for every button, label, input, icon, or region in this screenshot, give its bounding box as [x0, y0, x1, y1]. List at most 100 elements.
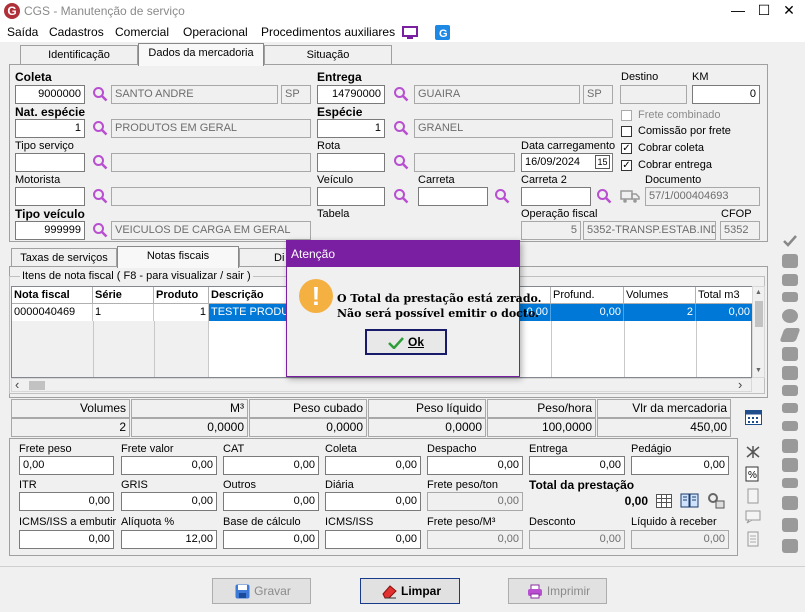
rota-input[interactable] — [317, 153, 385, 172]
toolbar-icon-14[interactable] — [782, 496, 798, 510]
col-profund[interactable]: Profund. — [551, 287, 624, 304]
itr-input[interactable]: 0,00 — [19, 492, 114, 511]
toolbar-icon-10[interactable] — [782, 421, 798, 431]
imprimir-button[interactable]: Imprimir — [508, 578, 607, 604]
search-icon[interactable] — [393, 120, 409, 136]
tipo-servico-input[interactable] — [15, 153, 85, 172]
carreta-input[interactable] — [418, 187, 488, 206]
scroll-thumb[interactable] — [755, 301, 763, 327]
spreadsheet-icon[interactable] — [656, 494, 672, 508]
comissao-frete-checkbox[interactable] — [621, 126, 632, 137]
diaria-input[interactable]: 0,00 — [325, 492, 421, 511]
icms-iss-input[interactable]: 0,00 — [325, 530, 421, 549]
col-total-m3[interactable]: Total m3 — [696, 287, 753, 304]
aliquota-input[interactable]: 12,00 — [121, 530, 217, 549]
toolbar-icon-1[interactable] — [782, 254, 798, 268]
tax-calc-icon[interactable] — [745, 445, 761, 459]
frete-combinado-checkbox[interactable] — [621, 110, 632, 121]
col-produto[interactable]: Produto — [154, 287, 209, 304]
toolbar-icon-12[interactable] — [782, 458, 798, 472]
search-icon[interactable] — [92, 86, 108, 102]
check-icon[interactable] — [782, 234, 798, 248]
toolbar-icon-4[interactable] — [782, 309, 798, 323]
search-icon[interactable] — [393, 86, 409, 102]
toolbar-icon-7[interactable] — [782, 366, 798, 380]
search-icon[interactable] — [92, 154, 108, 170]
col-descricao[interactable]: Descrição — [209, 287, 289, 304]
cobrar-coleta-checkbox[interactable]: ✓ — [621, 143, 632, 154]
col-serie[interactable]: Série — [93, 287, 154, 304]
percent-doc-icon[interactable]: % — [745, 466, 759, 482]
cobrar-entrega-checkbox[interactable]: ✓ — [621, 160, 632, 171]
tab-taxas-servicos[interactable]: Taxas de serviços — [11, 248, 117, 268]
search-icon[interactable] — [92, 120, 108, 136]
search-icon[interactable] — [92, 188, 108, 204]
toolbar-icon-9[interactable] — [782, 403, 798, 413]
close-button[interactable]: ✕ — [782, 3, 796, 17]
scroll-up-icon[interactable]: ▲ — [755, 289, 762, 296]
calculator-icon[interactable] — [745, 410, 762, 425]
nat-especie-code-input[interactable]: 1 — [15, 119, 85, 138]
limpar-button[interactable]: Limpar — [360, 578, 460, 604]
km-input[interactable]: 0 — [692, 85, 760, 104]
menu-operacional[interactable]: Operacional — [183, 25, 248, 39]
veiculo-input[interactable] — [317, 187, 385, 206]
toolbar-icon-3[interactable] — [782, 292, 798, 302]
tab-dados-mercadoria[interactable]: Dados da mercadoria — [138, 43, 264, 66]
horizontal-scrollbar[interactable]: ‹ › — [11, 377, 752, 392]
frete-peso-input[interactable]: 0,00 — [19, 456, 114, 475]
scroll-right-icon[interactable]: › — [738, 377, 742, 392]
toolbar-icon-8[interactable] — [782, 385, 798, 396]
entrega-fee-input[interactable]: 0,00 — [529, 456, 625, 475]
gris-input[interactable]: 0,00 — [121, 492, 217, 511]
outros-input[interactable]: 0,00 — [223, 492, 319, 511]
search-icon[interactable] — [92, 222, 108, 238]
vertical-scrollbar[interactable]: ▲ ▼ — [752, 286, 765, 378]
toolbar-icon-13[interactable] — [782, 478, 798, 488]
calendar-icon[interactable]: 15 — [595, 155, 610, 169]
tab-third[interactable]: Di — [239, 248, 289, 268]
entrega-code-input[interactable]: 14790000 — [317, 85, 385, 104]
monitor-icon[interactable] — [402, 26, 418, 40]
icms-embutir-input[interactable]: 0,00 — [19, 530, 114, 549]
page-icon[interactable] — [747, 531, 759, 547]
scroll-down-icon[interactable]: ▼ — [755, 367, 762, 374]
hscroll-thumb[interactable] — [29, 381, 45, 390]
especie-code-input[interactable]: 1 — [317, 119, 385, 138]
tab-notas-fiscais[interactable]: Notas fiscais — [117, 246, 239, 268]
cat-input[interactable]: 0,00 — [223, 456, 319, 475]
menu-comercial[interactable]: Comercial — [115, 25, 169, 39]
maximize-button[interactable]: ☐ — [757, 3, 771, 17]
search-icon[interactable] — [393, 154, 409, 170]
coleta-fee-input[interactable]: 0,00 — [325, 456, 421, 475]
toolbar-icon-16[interactable] — [782, 539, 798, 553]
scroll-left-icon[interactable]: ‹ — [15, 377, 19, 392]
toolbar-icon-2[interactable] — [782, 274, 798, 286]
document-icon[interactable] — [747, 488, 759, 504]
search-icon[interactable] — [393, 188, 409, 204]
menu-cadastros[interactable]: Cadastros — [49, 25, 104, 39]
col-volumes[interactable]: Volumes — [624, 287, 696, 304]
toolbar-icon-11[interactable] — [782, 439, 798, 453]
menu-procedimentos[interactable]: Procedimentos auxiliares — [261, 25, 395, 39]
base-calculo-input[interactable]: 0,00 — [223, 530, 319, 549]
frete-valor-input[interactable]: 0,00 — [121, 456, 217, 475]
app-shortcut-icon[interactable]: G — [435, 25, 450, 40]
toolbar-icon-6[interactable] — [782, 347, 798, 361]
coleta-code-input[interactable]: 9000000 — [15, 85, 85, 104]
minimize-button[interactable]: — — [731, 3, 745, 17]
search-icon[interactable] — [596, 188, 612, 204]
toolbar-icon-5[interactable] — [779, 328, 801, 342]
book-icon[interactable] — [680, 492, 700, 509]
ok-button[interactable]: Ok — [365, 329, 447, 355]
despacho-input[interactable]: 0,00 — [427, 456, 523, 475]
menu-saida[interactable]: Saída — [7, 25, 38, 39]
gravar-button[interactable]: Gravar — [212, 578, 311, 604]
carreta2-input[interactable] — [521, 187, 591, 206]
toolbar-icon-15[interactable] — [782, 518, 798, 532]
search-icon[interactable] — [494, 188, 510, 204]
calc-settings-icon[interactable] — [707, 492, 725, 509]
tipo-veiculo-code-input[interactable]: 999999 — [15, 221, 85, 240]
motorista-input[interactable] — [15, 187, 85, 206]
pedagio-input[interactable]: 0,00 — [631, 456, 729, 475]
